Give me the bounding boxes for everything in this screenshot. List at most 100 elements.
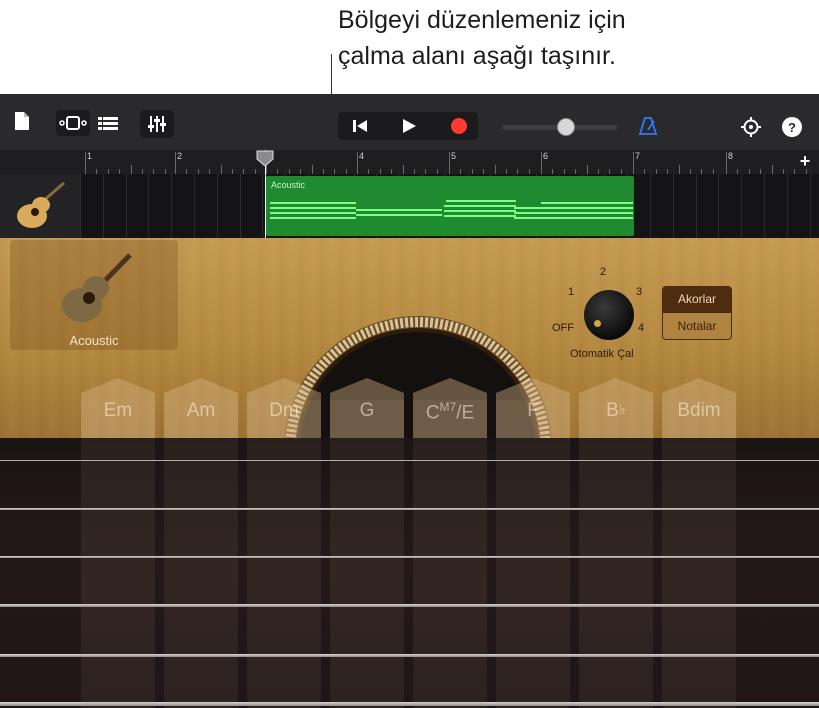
ruler-tick [771, 165, 773, 174]
grid-line [718, 174, 720, 238]
chord-strip[interactable]: Bdim [662, 378, 736, 708]
callout-text: Bölgeyi düzenlemeniz için çalma alanı aş… [338, 2, 626, 74]
ruler-tick [633, 152, 634, 174]
acoustic-guitar-icon [17, 181, 65, 228]
chords-notes-toggle[interactable]: Akorlar Notalar [662, 286, 732, 340]
bar-number: 5 [451, 151, 457, 161]
chord-strip[interactable]: F [496, 378, 570, 708]
chord-label: G [359, 400, 375, 421]
document-icon[interactable] [12, 110, 32, 132]
instrument-name: Acoustic [69, 333, 119, 348]
midi-note [270, 207, 356, 209]
rewind-icon[interactable] [346, 114, 374, 138]
timeline-ruler[interactable]: + 12345678 [0, 150, 819, 174]
bar-number: 4 [359, 151, 365, 161]
grid-line [741, 174, 743, 238]
grid-line [262, 174, 264, 238]
ruler-tick [449, 152, 450, 174]
control-bar: ? [0, 94, 819, 150]
autoplay-pos-1: 1 [568, 286, 575, 298]
midi-note [270, 217, 356, 219]
chord-strip[interactable]: B♭ [579, 378, 653, 708]
acoustic-guitar-image [62, 253, 132, 322]
grid-line [239, 174, 241, 238]
midi-note [586, 212, 630, 214]
grid-line [650, 174, 651, 238]
chord-strip[interactable]: CM7/E [413, 378, 487, 708]
midi-note [541, 207, 633, 209]
midi-note [270, 202, 356, 204]
midi-note [444, 205, 516, 207]
ruler-tick [85, 152, 86, 174]
midi-note [444, 210, 516, 212]
callout-line-1: Bölgeyi düzenlemeniz için [338, 6, 626, 34]
midi-note [541, 202, 633, 204]
chord-label: Am [186, 400, 216, 421]
chord-label: Em [103, 400, 133, 421]
ruler-tick [220, 165, 222, 174]
metronome-icon[interactable] [636, 114, 660, 138]
chords-mode-button[interactable]: Akorlar [663, 287, 731, 312]
bar-number: 7 [635, 151, 641, 161]
grid-line [148, 174, 150, 238]
chord-label: F [527, 400, 539, 421]
ruler-tick [541, 152, 542, 174]
midi-note [356, 209, 442, 211]
grid-line [194, 174, 195, 238]
help-icon[interactable]: ? [782, 117, 802, 137]
ruler-tick [494, 165, 496, 174]
bar-number: 2 [177, 151, 183, 161]
ruler-tick [357, 152, 358, 174]
autoplay-pos-3: 3 [636, 286, 643, 298]
ruler-tick [175, 152, 176, 174]
grid-line [125, 174, 127, 238]
grid-line [80, 174, 81, 238]
grid-line [786, 174, 788, 238]
grid-line [809, 174, 811, 238]
chord-label: Dm [269, 400, 299, 421]
play-icon[interactable] [394, 114, 424, 138]
autoplay-pos-off: OFF [552, 322, 574, 334]
chord-strip[interactable]: Em [81, 378, 155, 708]
bar-number: 1 [87, 151, 93, 161]
grid-line [672, 174, 674, 238]
autoplay-knob[interactable] [584, 290, 634, 340]
ruler-tick [586, 165, 588, 174]
chord-label: Bdim [677, 400, 721, 421]
track-list-icon[interactable] [96, 112, 120, 134]
grid-line [102, 174, 104, 238]
bar-number: 8 [728, 151, 734, 161]
ruler-tick [130, 165, 132, 174]
region-label: Acoustic [271, 180, 306, 190]
midi-note [446, 200, 516, 202]
midi-note [356, 214, 442, 216]
track-view-icon[interactable] [58, 112, 88, 134]
autoplay-pos-4: 4 [638, 322, 645, 334]
chord-label: B♭ [606, 400, 626, 421]
add-section-button[interactable]: + [796, 151, 814, 171]
bar-number: 6 [543, 151, 549, 161]
grid-line [171, 174, 173, 238]
callout-line-2: çalma alanı aşağı taşınır. [338, 42, 616, 70]
notes-mode-button[interactable]: Notalar [663, 312, 731, 339]
ruler-tick [726, 152, 727, 174]
track-lane: Acoustic [0, 174, 819, 238]
ruler-tick [311, 165, 313, 174]
playhead-handle[interactable] [256, 150, 274, 166]
chord-strip[interactable]: Am [164, 378, 238, 708]
autoplay-pos-2: 2 [600, 266, 607, 278]
record-icon[interactable] [444, 114, 474, 138]
midi-note [541, 217, 633, 219]
instrument-browser-button[interactable]: Acoustic [10, 240, 178, 350]
mixer-icon[interactable] [143, 112, 171, 136]
chord-strip[interactable]: Dm [247, 378, 321, 708]
midi-note [444, 215, 516, 217]
chord-strip[interactable]: G [330, 378, 404, 708]
ruler-tick [402, 165, 404, 174]
settings-icon[interactable] [738, 114, 764, 140]
midi-note [270, 212, 356, 214]
chord-label: CM7/E [425, 400, 475, 424]
audio-region[interactable]: Acoustic [266, 176, 634, 236]
grid-line [695, 174, 697, 238]
track-header[interactable] [0, 174, 80, 238]
